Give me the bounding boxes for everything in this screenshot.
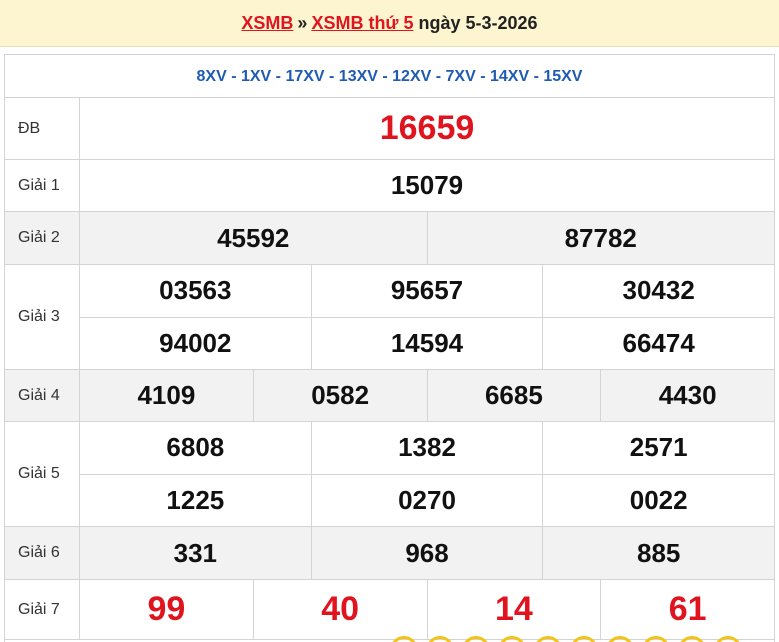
prize-number: 16659 (379, 109, 475, 147)
ball-outline-icon (462, 636, 490, 642)
prize-row-1: Giải 1 15079 (5, 160, 774, 212)
prize-label: Giải 2 (5, 212, 80, 264)
ball-outline-icon (606, 636, 634, 642)
ball-outline-icon (498, 636, 526, 642)
prize-number: 45592 (80, 212, 428, 264)
prize-number: 1225 (80, 474, 312, 526)
prize-number: 0022 (629, 484, 688, 515)
prize-number: 0582 (254, 370, 428, 421)
prize-number: 99 (80, 580, 254, 639)
prize-number: 14 (428, 580, 602, 639)
prize-row-5: Giải 5 6808 1382 2571 1225 0270 0022 (5, 422, 774, 527)
prize-number: 4109 (80, 370, 254, 421)
prize-number: 6685 (428, 370, 602, 421)
prize-number: 95657 (312, 265, 544, 317)
ball-outline-icon (642, 636, 670, 642)
results-header: XSMB» XSMB thứ 5 ngày 5-3-2026 (0, 0, 779, 47)
xsmb-link[interactable]: XSMB (241, 13, 293, 33)
prize-row-special: ĐB 16659 (5, 98, 774, 160)
prize-number: 1382 (312, 422, 544, 474)
prize-number: 03563 (80, 265, 312, 317)
prize-number: 87782 (564, 222, 637, 253)
draw-date: ngày 5-3-2026 (418, 13, 538, 33)
draw-codes: 8XV - 1XV - 17XV - 13XV - 12XV - 7XV - 1… (5, 55, 774, 98)
prize-number: 0270 (312, 474, 544, 526)
prize-row-6: Giải 6 331 968 885 (5, 527, 774, 580)
prize-number: 14594 (312, 317, 544, 369)
prize-number: 6808 (80, 422, 312, 474)
prize-row-4: Giải 4 4109 0582 6685 4430 (5, 370, 774, 422)
ball-outline-icon (570, 636, 598, 642)
prize-number: 94002 (80, 317, 312, 369)
prize-label: Giải 7 (5, 580, 80, 639)
ball-outline-icon (390, 636, 418, 642)
prize-row-7: Giải 7 99 40 14 61 (5, 580, 774, 640)
prize-label: Giải 5 (5, 422, 80, 526)
prize-number: 15079 (390, 170, 464, 200)
decorative-balls (390, 636, 775, 642)
prize-number: 2571 (629, 432, 688, 463)
prize-label: Giải 6 (5, 527, 80, 579)
prize-label: Giải 3 (5, 265, 80, 369)
xsmb-weekday-link[interactable]: XSMB thứ 5 (311, 13, 413, 33)
prize-label: Giải 1 (5, 160, 80, 211)
prize-number: 331 (80, 527, 312, 579)
ball-outline-icon (714, 636, 742, 642)
prize-number: 4430 (658, 380, 717, 410)
prize-number: 66474 (622, 327, 695, 358)
breadcrumb-separator: » (297, 13, 308, 33)
prize-number: 885 (636, 537, 681, 568)
results-table: 8XV - 1XV - 17XV - 13XV - 12XV - 7XV - 1… (4, 54, 775, 642)
prize-row-2: Giải 2 45592 87782 (5, 212, 774, 265)
ball-outline-icon (678, 636, 706, 642)
prize-label: Giải 4 (5, 370, 80, 421)
prize-row-3: Giải 3 03563 95657 30432 94002 14594 664… (5, 265, 774, 370)
ball-outline-icon (426, 636, 454, 642)
prize-number: 40 (254, 580, 428, 639)
prize-number: 61 (668, 590, 707, 628)
prize-label: ĐB (5, 98, 80, 159)
ball-outline-icon (534, 636, 562, 642)
prize-number: 968 (312, 527, 544, 579)
prize-number: 30432 (622, 275, 695, 306)
